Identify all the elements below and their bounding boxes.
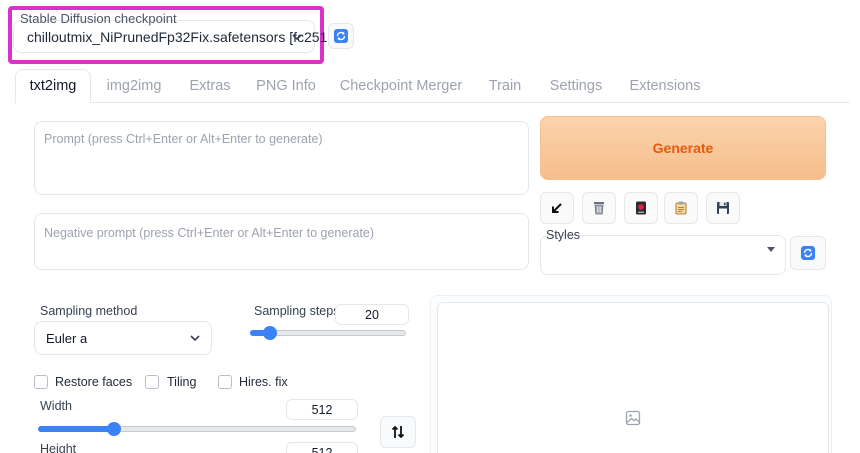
- sampling-method-value: Euler a: [46, 331, 88, 346]
- tab-settings[interactable]: Settings: [540, 69, 612, 103]
- generate-button[interactable]: Generate: [540, 116, 826, 180]
- tab-checkpoint-merger[interactable]: Checkpoint Merger: [334, 69, 468, 103]
- refresh-icon: [334, 29, 348, 43]
- hires-fix-checkbox[interactable]: [218, 375, 232, 389]
- negative-prompt-placeholder: Negative prompt (press Ctrl+Enter or Alt…: [44, 226, 375, 240]
- chevron-down-icon: [190, 335, 200, 342]
- chevron-down-icon: [292, 34, 302, 41]
- width-slider-thumb[interactable]: [107, 422, 121, 436]
- height-input[interactable]: 512: [286, 442, 358, 453]
- tiling-label: Tiling: [167, 375, 197, 389]
- width-label: Width: [40, 399, 72, 413]
- refresh-icon: [801, 246, 815, 260]
- checkpoint-label: Stable Diffusion checkpoint: [20, 11, 177, 26]
- restore-faces-checkbox[interactable]: [34, 375, 48, 389]
- flower-card-icon: [636, 201, 646, 215]
- hires-fix-label: Hires. fix: [239, 375, 288, 389]
- tab-train[interactable]: Train: [480, 69, 530, 103]
- tab-png-info[interactable]: PNG Info: [252, 69, 320, 103]
- sampling-steps-input[interactable]: 20: [335, 304, 409, 325]
- swap-dimensions-button[interactable]: [380, 416, 416, 448]
- trash-icon: [594, 202, 604, 215]
- clipboard-icon: [675, 201, 687, 215]
- width-slider-fill: [38, 426, 114, 432]
- output-image-area: [437, 302, 829, 453]
- image-placeholder-icon: [625, 410, 641, 426]
- caret-down-icon: [767, 247, 775, 252]
- checkpoint-refresh-button[interactable]: [328, 23, 354, 49]
- arrow-down-left-icon: [552, 203, 562, 213]
- prompt-placeholder: Prompt (press Ctrl+Enter or Alt+Enter to…: [44, 132, 323, 146]
- sampling-steps-slider-thumb[interactable]: [263, 326, 277, 340]
- show-extra-networks-button[interactable]: [624, 192, 658, 224]
- checkpoint-value: chilloutmix_NiPrunedFp32Fix.safetensors …: [27, 29, 328, 45]
- clear-prompt-button[interactable]: [582, 192, 616, 224]
- read-params-button[interactable]: [540, 192, 574, 224]
- tab-img2img[interactable]: img2img: [98, 69, 170, 103]
- swap-arrows-icon: [391, 425, 405, 439]
- sampling-steps-label: Sampling steps: [254, 304, 340, 318]
- tab-extras[interactable]: Extras: [180, 69, 240, 103]
- width-input[interactable]: 512: [286, 399, 358, 420]
- negative-prompt-input[interactable]: [34, 213, 529, 270]
- styles-refresh-button[interactable]: [790, 236, 826, 270]
- tab-extensions[interactable]: Extensions: [624, 69, 706, 103]
- save-style-button[interactable]: [706, 192, 740, 224]
- height-label: Height: [40, 442, 77, 453]
- apply-style-button[interactable]: [664, 192, 698, 224]
- styles-label: Styles: [546, 228, 581, 242]
- tiling-checkbox[interactable]: [145, 375, 159, 389]
- restore-faces-label: Restore faces: [55, 375, 133, 389]
- tab-txt2img[interactable]: txt2img: [15, 69, 91, 103]
- sampling-method-label: Sampling method: [40, 304, 138, 318]
- floppy-disk-icon: [717, 202, 729, 214]
